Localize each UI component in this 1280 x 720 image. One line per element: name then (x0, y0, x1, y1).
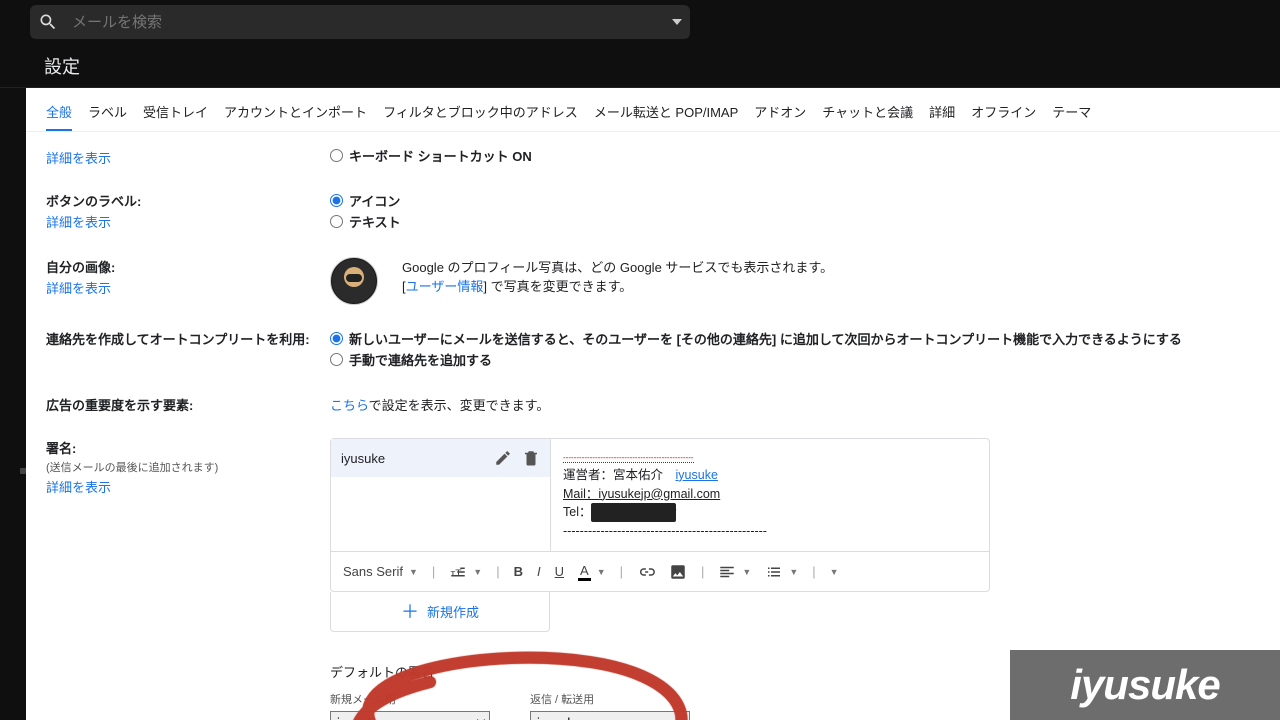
profile-desc-2b: ] で写真を変更できます。 (483, 279, 632, 294)
watermark: iyusuke (1010, 650, 1280, 720)
signature-format-toolbar: Sans Serif▼ | тT▼ | B I U A▼ | | ▼ ▼ (331, 551, 989, 591)
ads-title: 広告の重要度を示す要素: (46, 398, 193, 413)
autocomplete-opt1-label: 新しいユーザーにメールを送信すると、そのユーザーを [その他の連絡先] に追加し… (349, 329, 1182, 348)
tab-addons[interactable]: アドオン (754, 96, 806, 131)
button-labels-text-label: テキスト (349, 212, 401, 231)
avatar[interactable] (330, 257, 378, 305)
signature-subtitle: (送信メールの最後に追加されます) (46, 459, 330, 475)
keyboard-show-more[interactable]: 詳細を表示 (46, 148, 330, 167)
button-labels-icon-radio[interactable] (330, 194, 343, 207)
keyboard-shortcut-on-label: キーボード ショートカット ON (349, 146, 532, 165)
underline-button[interactable]: U (555, 564, 564, 579)
tab-filters[interactable]: フィルタとブロック中のアドレス (383, 96, 578, 131)
my-picture-title: 自分の画像: (46, 260, 115, 275)
text-color-button[interactable]: A▼ (578, 563, 606, 581)
tab-themes[interactable]: テーマ (1052, 96, 1091, 131)
bold-button[interactable]: B (514, 564, 523, 579)
link-button[interactable] (637, 563, 655, 581)
ads-settings-link[interactable]: こちら (330, 398, 369, 413)
sig-mail-value: iyusukejp@gmail.com (598, 487, 720, 501)
ads-rest: で設定を表示、変更できます。 (369, 398, 550, 413)
keyboard-shortcut-on-radio[interactable] (330, 149, 343, 162)
tab-offline[interactable]: オフライン (971, 96, 1036, 131)
sig-operator: 運営者：宮本佑介 (563, 468, 676, 482)
italic-button[interactable]: I (537, 564, 541, 579)
tab-accounts[interactable]: アカウントとインポート (224, 96, 367, 131)
autocomplete-opt2-radio[interactable] (330, 353, 343, 366)
tab-chat[interactable]: チャットと会議 (822, 96, 913, 131)
signature-item-name: iyusuke (341, 451, 484, 466)
signature-preview[interactable]: ----------------------------------------… (551, 439, 989, 551)
signature-list: iyusuke (331, 439, 551, 551)
autocomplete-opt1-radio[interactable] (330, 332, 343, 345)
tab-labels[interactable]: ラベル (88, 96, 127, 131)
create-new-label: 新規作成 (427, 602, 479, 621)
search-options-icon[interactable] (672, 19, 682, 25)
sig-mail-label: Mail： (563, 487, 598, 501)
more-format-button[interactable]: ▼ (830, 567, 839, 577)
sig-dashes-top: ----------------------------------------… (563, 453, 694, 463)
default-reply-label: 返信 / 転送用 (530, 691, 690, 707)
sig-dashes-bottom: ----------------------------------------… (563, 522, 977, 541)
autocomplete-opt2-label: 手動で連絡先を追加する (349, 350, 492, 369)
my-picture-show-more[interactable]: 詳細を表示 (46, 278, 330, 297)
image-button[interactable] (669, 563, 687, 581)
search-box[interactable] (30, 5, 690, 39)
page-title: 設定 (0, 44, 1280, 88)
sig-tel-label: Tel： (563, 505, 591, 519)
create-new-signature[interactable]: ＋ 新規作成 (330, 592, 550, 632)
list-button[interactable]: ▼ (765, 563, 798, 581)
tab-inbox[interactable]: 受信トレイ (143, 96, 208, 131)
sig-tel-redacted: 0##-####-#### (591, 503, 676, 522)
autocomplete-title: 連絡先を作成してオートコンプリートを利用: (46, 332, 310, 347)
signature-title: 署名: (46, 441, 76, 456)
search-input[interactable] (72, 14, 672, 31)
font-size-select[interactable]: тT▼ (449, 563, 482, 581)
svg-text:тT: тT (451, 567, 463, 579)
button-labels-icon-label: アイコン (349, 191, 400, 210)
tab-advanced[interactable]: 詳細 (929, 96, 955, 131)
default-reply-select[interactable]: iyusuke (530, 711, 690, 720)
app-chrome-left (0, 88, 26, 720)
delete-icon[interactable] (522, 449, 540, 467)
plus-icon: ＋ (401, 605, 419, 619)
about-me-link[interactable]: ユーザー情報 (406, 279, 484, 294)
tab-forwarding[interactable]: メール転送と POP/IMAP (594, 96, 738, 131)
tab-general[interactable]: 全般 (46, 96, 72, 131)
signature-show-more[interactable]: 詳細を表示 (46, 477, 330, 496)
settings-tabs: 全般 ラベル 受信トレイ アカウントとインポート フィルタとブロック中のアドレス… (26, 88, 1280, 132)
font-family-select[interactable]: Sans Serif▼ (343, 564, 418, 579)
search-icon (38, 12, 58, 32)
edit-icon[interactable] (494, 449, 512, 467)
button-labels-title: ボタンのラベル: (46, 194, 141, 209)
sig-site-link[interactable]: iyusuke (676, 468, 718, 482)
default-new-mail-label: 新規メール用 (330, 691, 490, 707)
align-button[interactable]: ▼ (718, 563, 751, 581)
signature-item[interactable]: iyusuke (331, 439, 550, 477)
button-labels-show-more[interactable]: 詳細を表示 (46, 212, 330, 231)
signature-editor: iyusuke --------------------------------… (330, 438, 990, 592)
button-labels-text-radio[interactable] (330, 215, 343, 228)
default-new-mail-select[interactable]: iyusuke (330, 711, 490, 720)
profile-desc-1: Google のプロフィール写真は、どの Google サービスでも表示されます… (402, 257, 833, 276)
